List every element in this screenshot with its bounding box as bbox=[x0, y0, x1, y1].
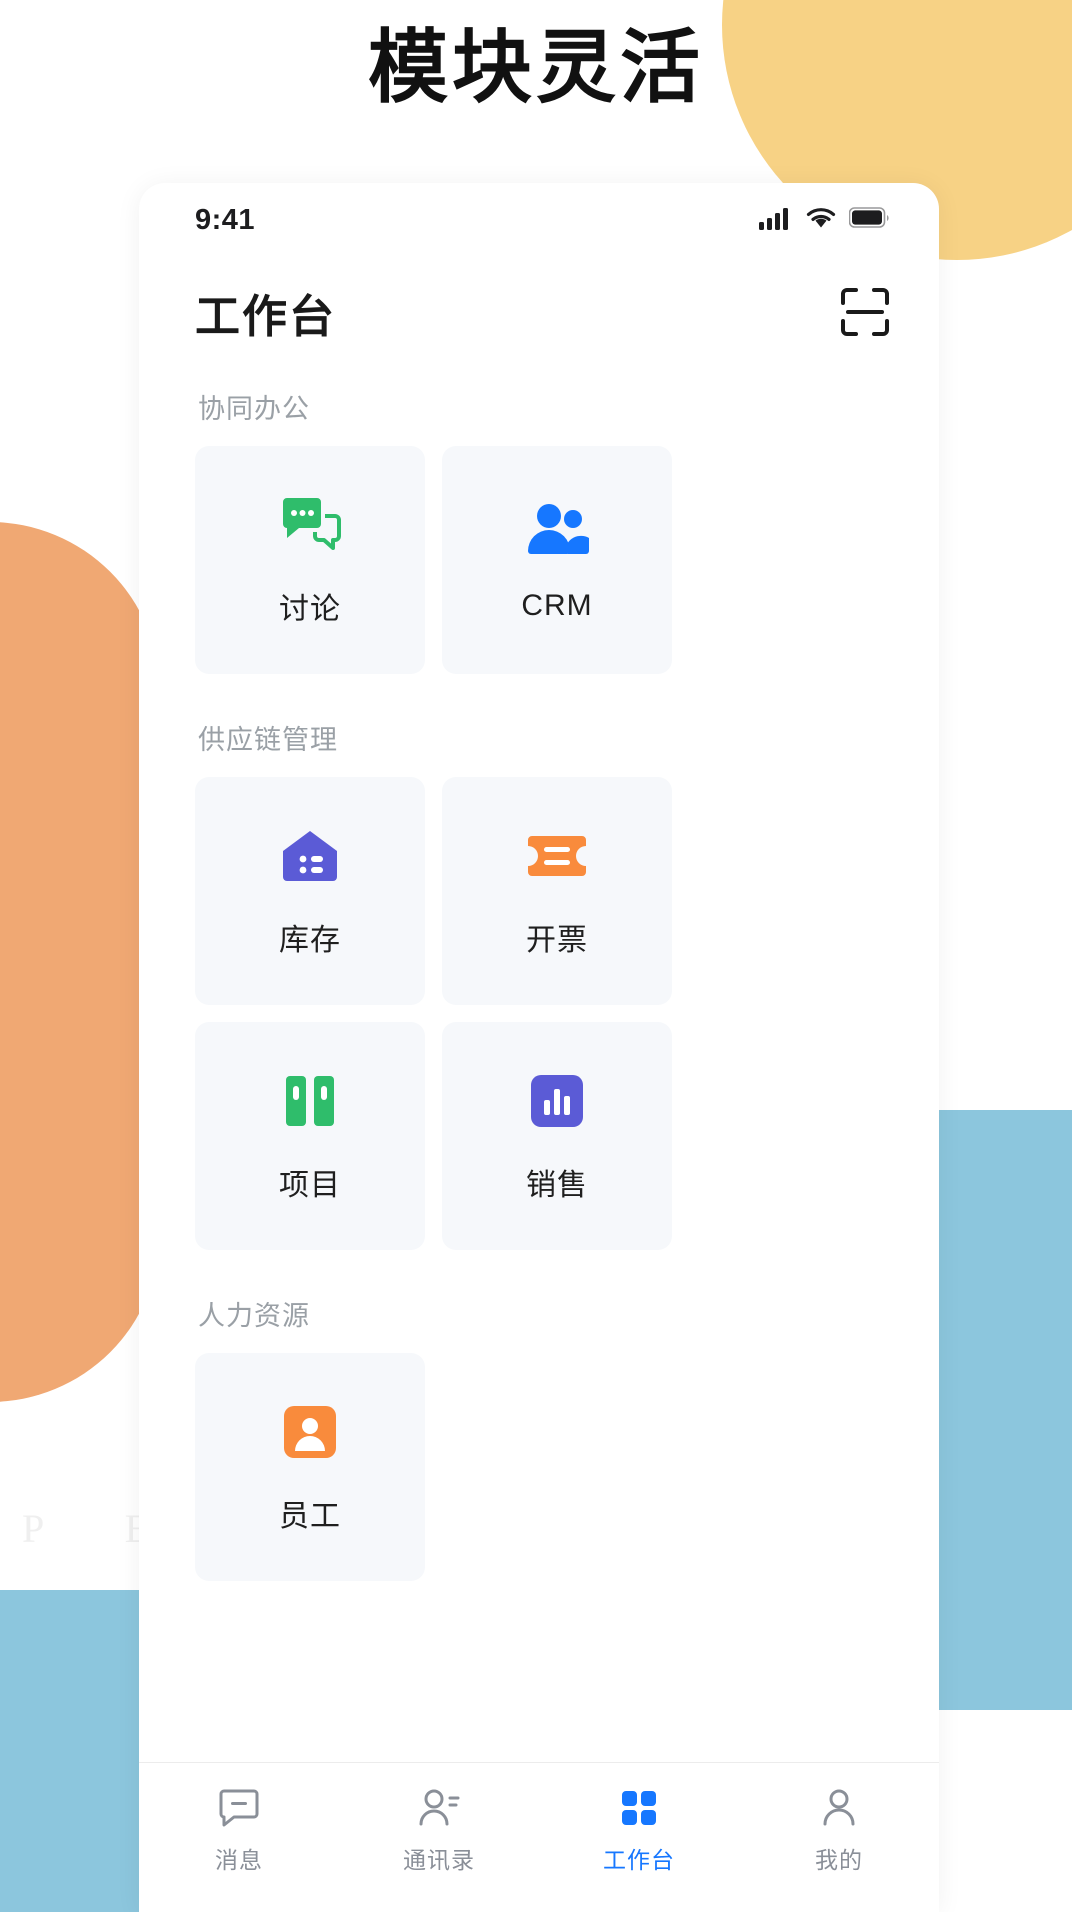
tab-messages[interactable]: 消息 bbox=[139, 1763, 339, 1912]
app-card-sales[interactable]: 销售 bbox=[442, 1022, 672, 1250]
app-grid: 讨论 CRM bbox=[195, 446, 883, 674]
app-card-inventory[interactable]: 库存 bbox=[195, 777, 425, 1005]
orange-shape-decoration bbox=[0, 522, 160, 1402]
nav-bar: 工作台 bbox=[139, 257, 939, 353]
users-icon bbox=[524, 497, 590, 563]
app-label: 库存 bbox=[279, 924, 341, 957]
status-icons bbox=[759, 206, 891, 235]
app-group-hr: 人力资源 员工 bbox=[195, 1294, 883, 1581]
app-card-project[interactable]: 项目 bbox=[195, 1022, 425, 1250]
contacts-icon bbox=[417, 1785, 461, 1831]
bottom-tab-bar: 消息 通讯录 工作台 我的 bbox=[139, 1762, 939, 1912]
app-group-supply-chain: 供应链管理 库存 开票 项目 销售 bbox=[195, 718, 883, 1250]
app-card-invoice[interactable]: 开票 bbox=[442, 777, 672, 1005]
scan-icon[interactable] bbox=[839, 286, 891, 338]
status-bar: 9:41 bbox=[139, 183, 939, 257]
chat-bubble-icon bbox=[277, 492, 343, 558]
workbench-content: 协同办公 讨论 CRM 供应链管理 库存 开票 项目 销售 人力资源 员工 bbox=[139, 353, 939, 1581]
battery-icon bbox=[848, 206, 891, 234]
tab-label: 我的 bbox=[815, 1847, 863, 1873]
app-label: 销售 bbox=[526, 1169, 588, 1202]
app-label: 员工 bbox=[279, 1500, 341, 1533]
app-card-crm[interactable]: CRM bbox=[442, 446, 672, 674]
page-headline: 模块灵活 bbox=[368, 21, 704, 114]
status-time: 9:41 bbox=[195, 203, 256, 236]
tab-label: 消息 bbox=[215, 1847, 263, 1873]
grid-icon bbox=[617, 1785, 661, 1831]
group-title: 供应链管理 bbox=[198, 725, 338, 755]
tab-workbench[interactable]: 工作台 bbox=[539, 1763, 739, 1912]
cellular-signal-icon bbox=[759, 206, 793, 235]
warehouse-icon bbox=[277, 823, 343, 889]
app-group-collaboration: 协同办公 讨论 CRM bbox=[195, 387, 883, 674]
bar-chart-icon bbox=[524, 1068, 590, 1134]
app-grid: 员工 bbox=[195, 1353, 883, 1581]
page-title: 工作台 bbox=[195, 290, 337, 342]
ticket-icon bbox=[524, 823, 590, 889]
app-label: 讨论 bbox=[279, 593, 341, 626]
tab-label: 通讯录 bbox=[403, 1847, 475, 1873]
app-grid: 库存 开票 项目 销售 bbox=[195, 777, 883, 1250]
app-label: 开票 bbox=[526, 924, 588, 957]
tab-label: 工作台 bbox=[603, 1847, 675, 1873]
app-card-employee[interactable]: 员工 bbox=[195, 1353, 425, 1581]
columns-icon bbox=[277, 1068, 343, 1134]
wifi-icon bbox=[805, 206, 837, 235]
app-card-discussion[interactable]: 讨论 bbox=[195, 446, 425, 674]
person-icon bbox=[817, 1785, 861, 1831]
group-title: 协同办公 bbox=[198, 394, 310, 424]
employee-card-icon bbox=[277, 1399, 343, 1465]
app-label: 项目 bbox=[279, 1169, 341, 1202]
group-title: 人力资源 bbox=[198, 1301, 310, 1331]
tab-contacts[interactable]: 通讯录 bbox=[339, 1763, 539, 1912]
message-icon bbox=[217, 1785, 261, 1831]
app-label: CRM bbox=[521, 589, 593, 622]
phone-mockup: 9:41 工作台 协同办公 讨论 CRM 供应链管理 库存 开票 项目 销售 人… bbox=[139, 183, 939, 1912]
tab-profile[interactable]: 我的 bbox=[739, 1763, 939, 1912]
